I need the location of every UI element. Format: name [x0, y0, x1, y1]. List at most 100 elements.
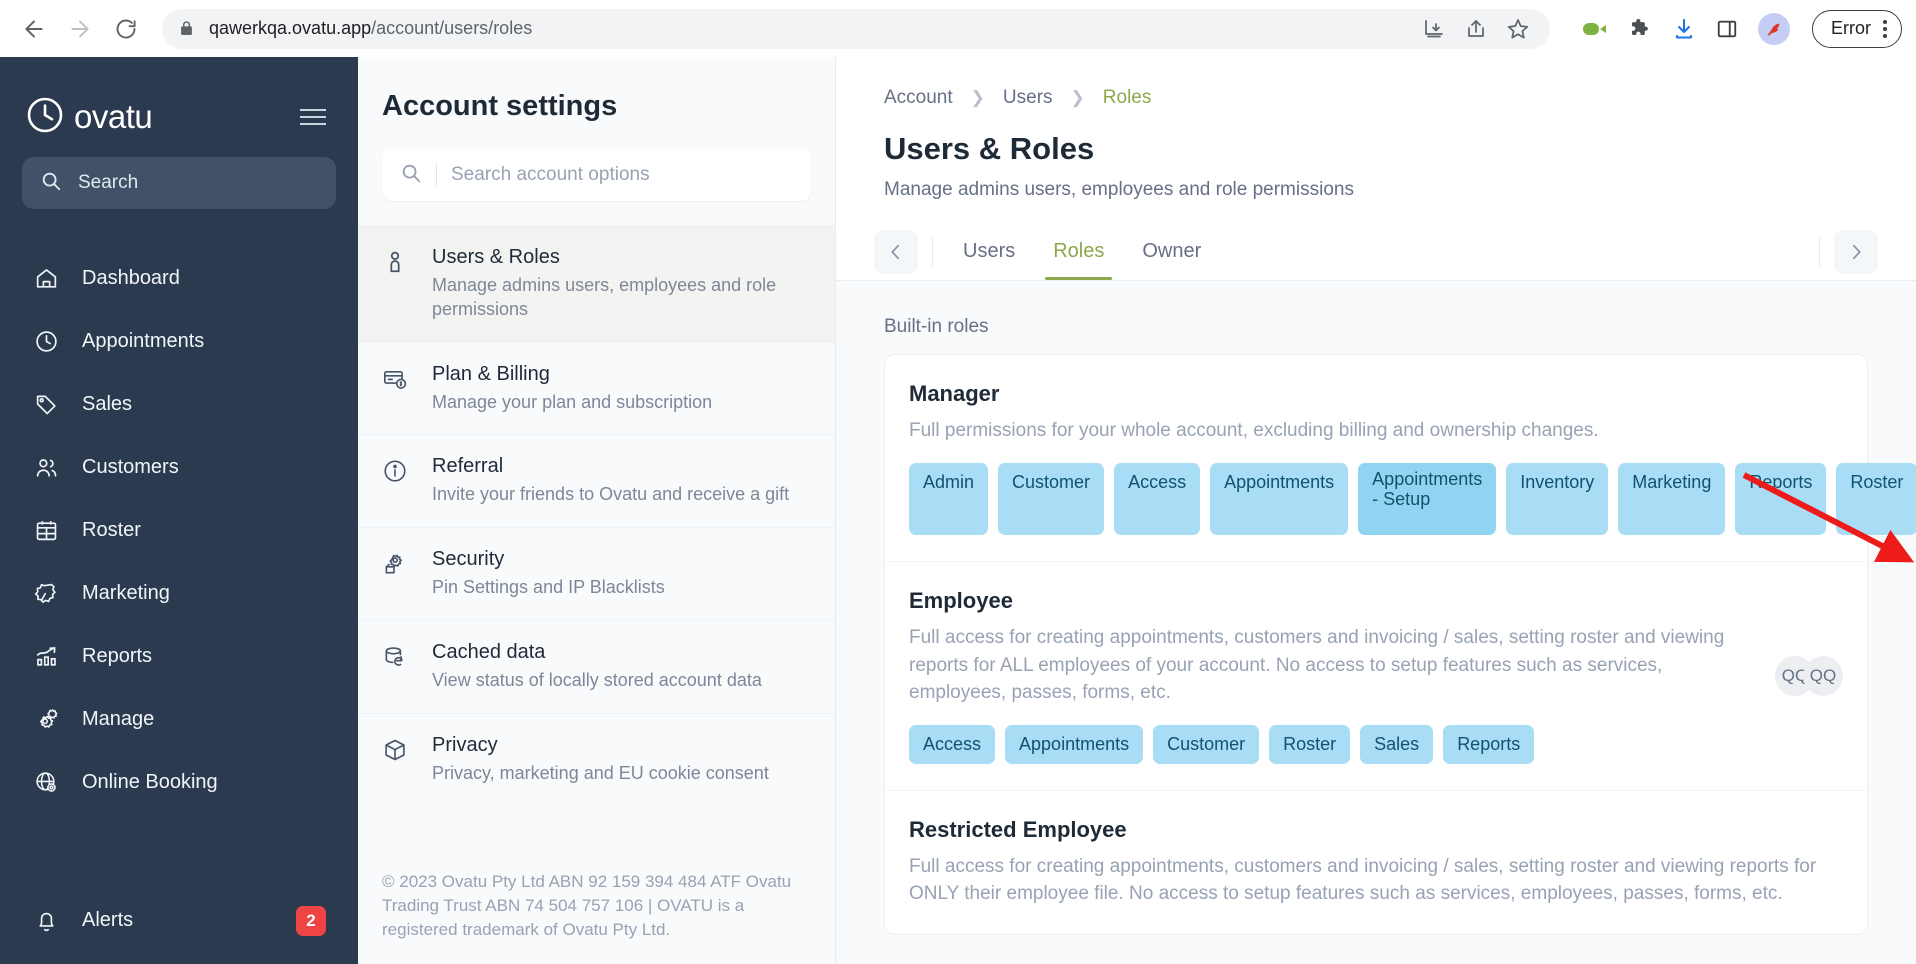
sidebar-item-dashboard[interactable]: Dashboard [22, 247, 336, 310]
search-icon [40, 170, 62, 197]
back-arrow-icon[interactable] [14, 9, 54, 49]
page-subtitle: Manage admins users, employees and role … [884, 179, 1354, 200]
megaphone-icon [32, 581, 60, 606]
search-divider [436, 164, 437, 186]
permission-chip[interactable]: Customer [998, 462, 1105, 536]
role-name: Manager [909, 381, 1000, 406]
clock-icon [32, 329, 60, 354]
permission-chip[interactable]: Inventory [1506, 462, 1609, 536]
role-name: Restricted Employee [909, 816, 1127, 842]
sidebar-item-label: Manage [82, 708, 155, 730]
sidebar-item-online-booking[interactable]: Online Booking [22, 751, 336, 814]
sidebar-item-label: Marketing [82, 582, 170, 604]
role-permission-chips: Admin Customer Access Appointments Appoi… [909, 462, 1916, 536]
sidebar-item-label: Sales [82, 393, 133, 415]
role-main: Employee Full access for creating appoin… [909, 588, 1759, 764]
permission-chip[interactable]: Customer [1153, 724, 1260, 764]
settings-option-title: Plan & Billing [432, 362, 550, 385]
settings-option-security[interactable]: Security Pin Settings and IP Blacklists [358, 527, 835, 620]
sidebar-item-reports[interactable]: Reports [22, 625, 336, 688]
permission-chip[interactable]: Reports [1443, 724, 1535, 764]
settings-option-desc: Manage your plan and subscription [432, 391, 713, 412]
person-icon [382, 246, 412, 322]
sidebar-item-sales[interactable]: Sales [22, 373, 336, 436]
sidebar-item-roster[interactable]: Roster [22, 499, 336, 562]
sidebar-item-label: Appointments [82, 330, 205, 352]
share-icon[interactable] [1464, 17, 1488, 41]
forward-arrow-icon[interactable] [60, 9, 100, 49]
permission-chip[interactable]: Roster [1269, 724, 1351, 764]
sidebar-item-appointments[interactable]: Appointments [22, 310, 336, 373]
tabs-bar: Users Roles Owner [836, 223, 1916, 281]
settings-option-privacy[interactable]: Privacy Privacy, marketing and EU cookie… [358, 712, 835, 806]
sidebar-search-input[interactable]: Search [22, 157, 336, 209]
account-options-search-input[interactable]: Search account options [382, 149, 811, 201]
sidebar-item-alerts[interactable]: Alerts 2 [22, 889, 336, 952]
breadcrumb-users[interactable]: Users [1003, 87, 1053, 109]
role-description: Full access for creating appointments, c… [909, 855, 1817, 905]
permission-chip[interactable]: Appointments - Setup [1358, 462, 1497, 536]
permission-chip[interactable]: Admin [909, 462, 989, 536]
role-row-employee[interactable]: Employee Full access for creating appoin… [885, 562, 1867, 791]
chevron-right-icon[interactable] [1834, 229, 1878, 274]
settings-option-cached-data[interactable]: Cached data View status of locally store… [358, 619, 835, 713]
star-icon[interactable] [1506, 17, 1530, 41]
tab-label: Owner [1142, 240, 1202, 262]
puzzle-extension-icon[interactable] [1628, 17, 1652, 41]
address-bar[interactable]: qawerkqa.ovatu.app/account/users/roles [162, 8, 1550, 49]
permission-chip[interactable]: Roster [1836, 462, 1916, 536]
tab-users[interactable]: Users [947, 223, 1031, 280]
settings-option-desc: Privacy, marketing and EU cookie consent [432, 762, 769, 783]
settings-option-referral[interactable]: Referral Invite your friends to Ovatu an… [358, 434, 835, 527]
sidebar-item-customers[interactable]: Customers [22, 436, 336, 499]
lock-icon [178, 20, 195, 37]
profile-avatar-icon[interactable] [1758, 12, 1790, 45]
sidebar-item-manage[interactable]: Manage [22, 688, 336, 751]
left-sidebar: ovatu Search Dashboard Appointments Sale… [0, 57, 358, 964]
permission-chip[interactable]: Reports [1735, 462, 1827, 536]
sidebar-item-label: Customers [82, 456, 179, 478]
permission-chip[interactable]: Access [909, 724, 996, 764]
role-description: Full access for creating appointments, c… [909, 627, 1725, 704]
tab-owner[interactable]: Owner [1126, 223, 1217, 280]
brand[interactable]: ovatu [26, 96, 153, 139]
avatar[interactable]: QQ [1803, 655, 1843, 696]
sidebar-item-label: Online Booking [82, 771, 218, 793]
url-path: /account/users/roles [371, 18, 533, 38]
settings-option-title: Users & Roles [432, 246, 560, 268]
sidepanel-icon[interactable] [1716, 18, 1738, 40]
box-icon [382, 734, 412, 786]
settings-option-plan-billing[interactable]: Plan & Billing Manage your plan and subs… [358, 341, 835, 435]
bell-icon [32, 908, 60, 933]
chevron-left-icon[interactable] [874, 229, 918, 274]
download-icon[interactable] [1672, 17, 1696, 41]
kebab-menu-icon[interactable] [1883, 19, 1887, 38]
error-label: Error [1831, 18, 1871, 38]
shield-gear-icon [382, 548, 412, 600]
permission-chip[interactable]: Access [1114, 462, 1201, 536]
role-row-restricted-employee[interactable]: Restricted Employee Full access for crea… [885, 791, 1867, 934]
permission-chip[interactable]: Marketing [1618, 462, 1726, 536]
account-options-search-placeholder: Search account options [451, 164, 650, 185]
hamburger-icon[interactable] [294, 103, 332, 131]
breadcrumb-account[interactable]: Account [884, 87, 953, 109]
permission-chip[interactable]: Sales [1360, 724, 1434, 764]
role-row-manager[interactable]: Manager Full permissions for your whole … [885, 355, 1916, 563]
permission-chip[interactable]: Appointments [1210, 462, 1349, 536]
tab-roles[interactable]: Roles [1037, 223, 1120, 280]
tabs-list: Users Roles Owner [947, 223, 1217, 280]
sidebar-item-marketing[interactable]: Marketing [22, 562, 336, 625]
bar-chart-icon [32, 644, 60, 669]
install-app-icon[interactable] [1422, 17, 1446, 41]
settings-option-users-roles[interactable]: Users & Roles Manage admins users, emplo… [358, 225, 835, 342]
section-label-builtin-roles: Built-in roles [884, 316, 989, 337]
reload-icon[interactable] [106, 9, 146, 49]
settings-option-desc: Manage admins users, employees and role … [432, 275, 777, 319]
tabs-divider-right [1819, 237, 1820, 266]
permission-chip[interactable]: Appointments [1005, 724, 1144, 764]
role-user-avatars: QQ QQ [1775, 655, 1843, 696]
error-indicator[interactable]: Error [1812, 9, 1902, 48]
video-camera-icon[interactable] [1582, 19, 1608, 39]
main-content: Account ❯ Users ❯ Roles Users & Roles Ma… [836, 57, 1916, 964]
breadcrumb-roles[interactable]: Roles [1103, 87, 1152, 109]
